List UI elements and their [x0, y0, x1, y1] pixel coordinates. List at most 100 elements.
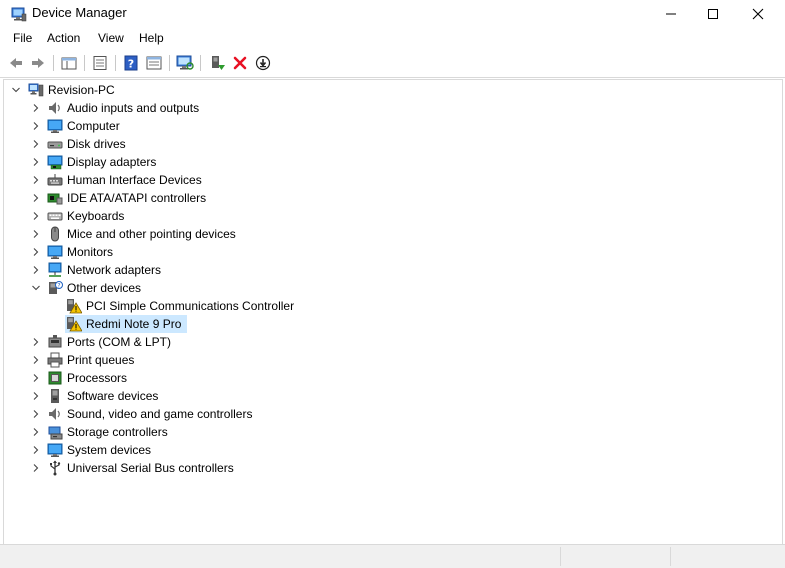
tree-item-label: IDE ATA/ATAPI controllers	[67, 191, 207, 205]
chevron-right-icon[interactable]	[30, 444, 42, 456]
tree-item-label: Audio inputs and outputs	[67, 101, 200, 115]
maximize-icon	[708, 8, 718, 19]
tree-item-software-devices[interactable]: Software devices	[4, 387, 764, 405]
help-icon: ?	[124, 55, 138, 71]
menu-action[interactable]: Action	[47, 31, 80, 45]
usb-icon	[50, 460, 61, 476]
menu-bar: File Action View Help	[0, 28, 785, 49]
tree-item-audio-inputs-and-outputs[interactable]: Audio inputs and outputs	[4, 99, 764, 117]
unknown-device-icon: ?	[49, 281, 63, 294]
chevron-right-icon[interactable]	[30, 228, 42, 240]
keyboard-icon	[47, 212, 63, 221]
tree-item-label: System devices	[67, 443, 152, 457]
tree-item-disk-drives[interactable]: Disk drives	[4, 135, 764, 153]
tree-item-label: PCI Simple Communications Controller	[86, 299, 295, 313]
tree-item-label: Network adapters	[67, 263, 162, 277]
chevron-down-icon[interactable]	[10, 84, 22, 96]
svg-text:?: ?	[128, 58, 134, 71]
tree-item-ide-ata-atapi-controllers[interactable]: IDE ATA/ATAPI controllers	[4, 189, 764, 207]
tree-item-label: Human Interface Devices	[67, 173, 202, 187]
sound-controller-icon	[49, 408, 60, 420]
show-hide-console-tree-button[interactable]	[59, 53, 79, 73]
speaker-icon	[49, 102, 60, 114]
enable-device-button[interactable]	[207, 53, 227, 73]
forward-icon	[32, 58, 44, 68]
display-adapter-icon	[47, 155, 63, 170]
chevron-down-icon[interactable]	[30, 282, 42, 294]
update-driver-icon	[255, 55, 271, 71]
scan-hardware-changes-icon	[176, 55, 194, 70]
close-button[interactable]	[735, 0, 781, 27]
maximize-button[interactable]	[690, 0, 736, 27]
update-driver-button[interactable]	[253, 53, 273, 73]
svg-text:?: ?	[57, 282, 60, 289]
chevron-right-icon[interactable]	[30, 372, 42, 384]
system-device-icon	[47, 443, 63, 457]
tree-item-display-adapters[interactable]: Display adapters	[4, 153, 764, 171]
tree-item-universal-serial-bus-controllers[interactable]: Universal Serial Bus controllers	[4, 459, 764, 477]
tree-item-storage-controllers[interactable]: Storage controllers	[4, 423, 764, 441]
chevron-right-icon[interactable]	[30, 408, 42, 420]
tree-item-pci-simple-communications-controller[interactable]: PCI Simple Communications Controller	[4, 297, 764, 315]
tree-item-keyboards[interactable]: Keyboards	[4, 207, 764, 225]
chevron-right-icon[interactable]	[30, 264, 42, 276]
tree-item-label: Processors	[67, 371, 128, 385]
toolbar: ?	[0, 50, 785, 78]
close-icon	[752, 8, 764, 19]
device-tree[interactable]: Revision-PC Audio inputs and outputs Compu…	[3, 79, 783, 545]
toolbar-separator	[115, 55, 116, 71]
tree-item-network-adapters[interactable]: Network adapters	[4, 261, 764, 279]
chevron-right-icon[interactable]	[30, 102, 42, 114]
back-button[interactable]	[6, 53, 26, 73]
chevron-right-icon[interactable]	[30, 354, 42, 366]
tree-item-human-interface-devices[interactable]: Human Interface Devices	[4, 171, 764, 189]
network-adapter-icon	[48, 262, 62, 277]
chevron-right-icon[interactable]	[30, 462, 42, 474]
warning-device-icon	[67, 317, 82, 332]
title-bar[interactable]: Device Manager	[0, 0, 785, 27]
tree-item-processors[interactable]: Processors	[4, 369, 764, 387]
chevron-right-icon[interactable]	[30, 174, 42, 186]
ide-controller-icon	[47, 193, 63, 205]
tree-item-monitors[interactable]: Monitors	[4, 243, 764, 261]
menu-help[interactable]: Help	[139, 31, 164, 45]
chevron-right-icon[interactable]	[30, 192, 42, 204]
tree-item-label: Redmi Note 9 Pro	[86, 317, 182, 331]
tree-item-label: Ports (COM & LPT)	[67, 335, 172, 349]
status-bar-panel	[560, 547, 671, 566]
tree-item-ports-com-lpt[interactable]: Ports (COM & LPT)	[4, 333, 764, 351]
printer-icon	[47, 352, 63, 368]
port-icon	[48, 335, 62, 348]
tree-item-label: Software devices	[67, 389, 159, 403]
chevron-right-icon[interactable]	[30, 390, 42, 402]
chevron-right-icon[interactable]	[30, 426, 42, 438]
chevron-right-icon[interactable]	[30, 138, 42, 150]
help-button[interactable]: ?	[121, 53, 141, 73]
menu-file[interactable]: File	[13, 31, 32, 45]
tree-item-print-queues[interactable]: Print queues	[4, 351, 764, 369]
minimize-button[interactable]	[648, 0, 694, 27]
chevron-right-icon[interactable]	[30, 120, 42, 132]
chevron-right-icon[interactable]	[30, 156, 42, 168]
device-manager-app-icon	[11, 7, 27, 22]
software-device-icon	[51, 389, 59, 403]
tree-item-label: Display adapters	[67, 155, 157, 169]
forward-button[interactable]	[28, 53, 48, 73]
tree-item-system-devices[interactable]: System devices	[4, 441, 764, 459]
tree-item-mice-and-other-pointing-devices[interactable]: Mice and other pointing devices	[4, 225, 764, 243]
chevron-right-icon[interactable]	[30, 210, 42, 222]
tree-item-sound-video-and-game-controllers[interactable]: Sound, video and game controllers	[4, 405, 764, 423]
scan-hardware-changes-button[interactable]	[175, 53, 195, 73]
tree-item-label: Disk drives	[67, 137, 126, 151]
tree-item-redmi-note-9-pro[interactable]: Redmi Note 9 Pro	[4, 315, 764, 333]
uninstall-device-button[interactable]	[230, 53, 250, 73]
view-button[interactable]	[144, 53, 164, 73]
chevron-right-icon[interactable]	[30, 336, 42, 348]
menu-view[interactable]: View	[98, 31, 124, 45]
tree-item-other-devices[interactable]: ? Other devices	[4, 279, 764, 297]
view-icon	[146, 56, 162, 70]
tree-item-computer[interactable]: Computer	[4, 117, 764, 135]
properties-button[interactable]	[90, 53, 110, 73]
tree-root-revision-pc[interactable]: Revision-PC	[4, 81, 764, 99]
chevron-right-icon[interactable]	[30, 246, 42, 258]
